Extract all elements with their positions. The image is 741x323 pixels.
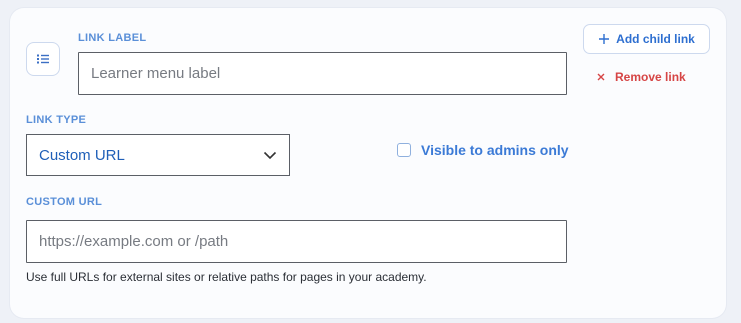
drag-handle[interactable]: [26, 42, 60, 76]
plus-icon: [599, 34, 610, 44]
link-label-heading: LINK LABEL: [78, 32, 147, 44]
add-child-link-button[interactable]: Add child link: [583, 24, 710, 54]
add-child-link-label: Add child link: [616, 32, 695, 46]
close-icon: [597, 73, 605, 81]
admins-only-checkbox[interactable]: [397, 143, 411, 157]
chevron-down-icon: [263, 151, 277, 159]
custom-url-input[interactable]: [27, 221, 566, 262]
link-type-select[interactable]: Custom URL: [26, 134, 290, 176]
custom-url-field: [26, 220, 567, 263]
link-type-heading: LINK TYPE: [26, 114, 87, 126]
custom-url-help-text: Use full URLs for external sites or rela…: [26, 270, 427, 284]
link-type-value: Custom URL: [39, 146, 125, 164]
link-label-input[interactable]: [79, 53, 566, 94]
remove-link-label: Remove link: [615, 70, 686, 84]
admins-only-toggle[interactable]: Visible to admins only: [397, 142, 569, 158]
link-label-field: [78, 52, 567, 95]
remove-link-button[interactable]: Remove link: [596, 67, 686, 87]
custom-url-heading: CUSTOM URL: [26, 196, 103, 208]
list-icon: [37, 54, 49, 64]
admins-only-label: Visible to admins only: [421, 142, 569, 158]
